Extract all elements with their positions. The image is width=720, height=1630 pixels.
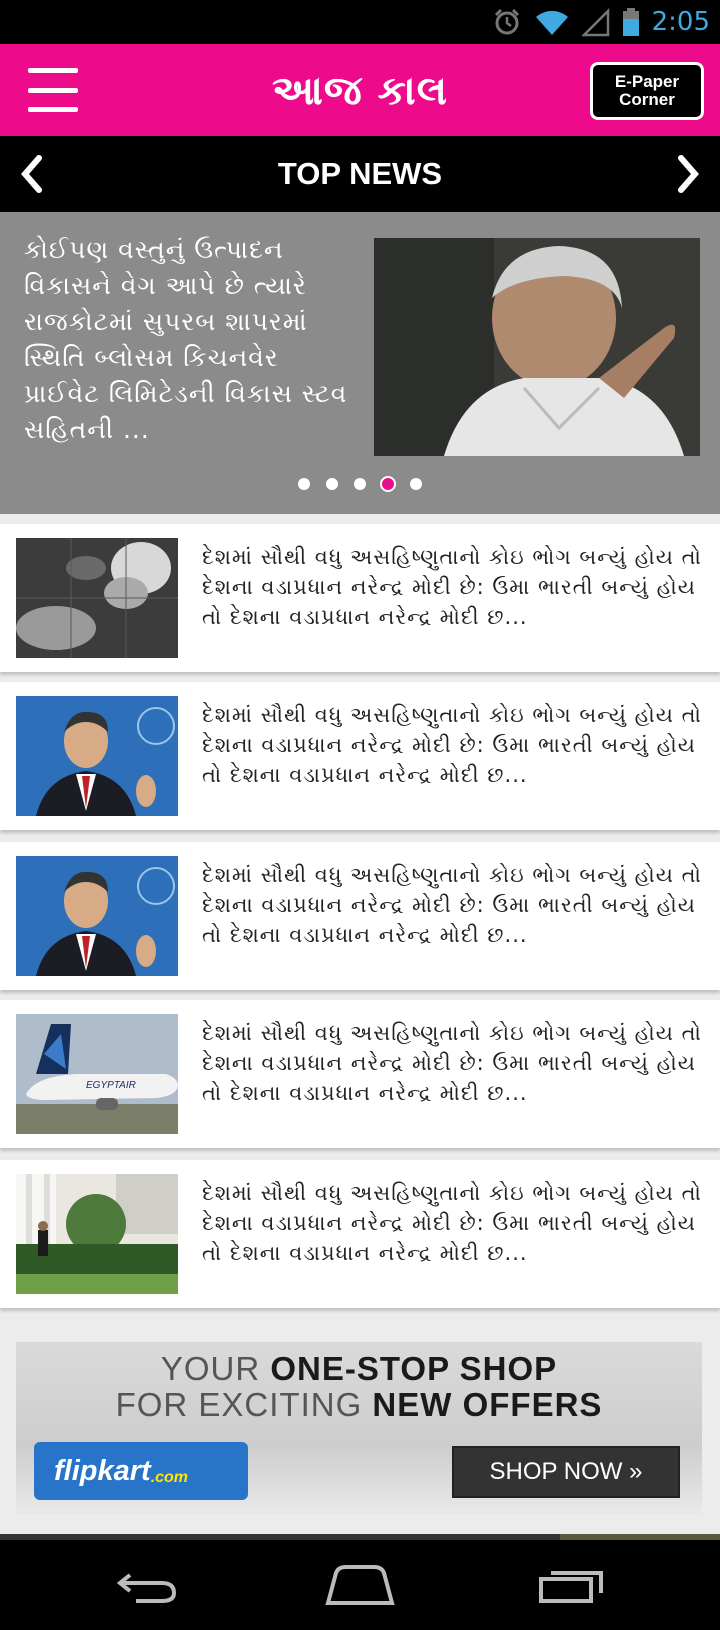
news-item[interactable]: દેશમાં સૌથી વધુ અસહિષ્ણુતાનો કોઇ ભોગ બન્…: [0, 524, 720, 672]
wifi-icon: [535, 10, 568, 35]
news-item[interactable]: દેશમાં સૌથી વધુ અસહિષ્ણુતાનો કોઇ ભોગ બન્…: [0, 682, 720, 830]
recents-button[interactable]: [532, 1560, 612, 1610]
menu-button[interactable]: [28, 68, 78, 112]
home-button[interactable]: [320, 1560, 400, 1610]
news-headline: દેશમાં સૌથી વધુ અસહિષ્ણુતાનો કોઇ ભોગ બન્…: [202, 863, 702, 947]
ad-headline-line1: YOUR ONE-STOP SHOP: [160, 1350, 558, 1387]
alarm-icon: [494, 8, 519, 35]
app-logo[interactable]: આજ કાલ: [270, 52, 450, 130]
signal-icon: [581, 7, 609, 37]
menu-icon: [28, 68, 78, 73]
carousel-dot[interactable]: [410, 478, 422, 490]
logo-text: આજ કાલ: [272, 68, 448, 114]
carousel-pagination: [0, 478, 720, 490]
section-bar: TOP NEWS: [0, 136, 720, 212]
epaper-label-line2: Corner: [619, 90, 675, 109]
battery-icon: [622, 8, 639, 36]
news-headline: દેશમાં સૌથી વધુ અસહિષ્ણુતાનો કોઇ ભોગ બન્…: [202, 1181, 702, 1265]
shop-now-button[interactable]: SHOP NOW »: [452, 1446, 680, 1498]
next-section-button[interactable]: [668, 152, 708, 196]
news-thumbnail: [16, 1174, 178, 1294]
ad-headline-line2: FOR EXCITING NEW OFFERS: [115, 1386, 603, 1423]
back-button[interactable]: [108, 1560, 188, 1610]
news-thumbnail: [16, 696, 178, 816]
system-navigation-bar: [0, 1540, 720, 1630]
home-icon: [325, 1565, 395, 1605]
status-clock: 2:05: [651, 7, 710, 37]
flipkart-logo: flipkart .com: [34, 1442, 248, 1500]
carousel-dot[interactable]: [326, 478, 338, 490]
previous-section-button[interactable]: [12, 152, 52, 196]
news-thumbnail: EGYPTAIR: [16, 1014, 178, 1134]
carousel-dot[interactable]: [298, 478, 310, 490]
app-header: આજ કાલ E-Paper Corner: [0, 44, 720, 136]
news-thumbnail: [16, 856, 178, 976]
news-item[interactable]: દેશમાં સૌથી વધુ અસહિષ્ણુતાનો કોઇ ભોગ બન્…: [0, 842, 720, 990]
news-headline: દેશમાં સૌથી વધુ અસહિષ્ણુતાનો કોઇ ભોગ બન્…: [202, 1021, 702, 1105]
news-item[interactable]: EGYPTAIR દેશમાં સૌથી વધુ અસહિષ્ણુતાનો કો…: [0, 1000, 720, 1148]
epaper-label-line1: E-Paper: [614, 72, 680, 91]
svg-text:EGYPTAIR: EGYPTAIR: [86, 1080, 136, 1091]
featured-headline[interactable]: કોઈપણ વસ્તુનું ઉત્પાદન વિકાસને વેગ આપે છ…: [24, 232, 354, 448]
news-headline: દેશમાં સૌથી વધુ અસહિષ્ણુતાનો કોઇ ભોગ બન્…: [202, 703, 702, 787]
news-headline: દેશમાં સૌથી વધુ અસહિષ્ણુતાનો કોઇ ભોગ બન્…: [202, 545, 702, 629]
section-title: TOP NEWS: [277, 156, 443, 191]
flipkart-ad-banner[interactable]: YOUR ONE-STOP SHOP FOR EXCITING NEW OFFE…: [16, 1342, 702, 1514]
flipkart-brand: flipkart: [54, 1454, 151, 1487]
featured-image[interactable]: [374, 238, 700, 456]
news-thumbnail: [16, 538, 178, 658]
recents-icon: [539, 1571, 603, 1603]
back-icon: [116, 1573, 177, 1603]
news-item[interactable]: દેશમાં સૌથી વધુ અસહિષ્ણુતાનો કોઇ ભોગ બન્…: [0, 1160, 720, 1308]
epaper-corner-button[interactable]: E-Paper Corner: [590, 62, 704, 120]
status-bar: 2:05: [0, 0, 720, 44]
featured-carousel[interactable]: કોઈપણ વસ્તુનું ઉત્પાદન વિકાસને વેગ આપે છ…: [0, 212, 720, 514]
chevron-left-icon: [21, 155, 42, 193]
carousel-dot-active[interactable]: [382, 478, 394, 490]
carousel-dot[interactable]: [354, 478, 366, 490]
chevron-right-icon: [678, 155, 699, 193]
